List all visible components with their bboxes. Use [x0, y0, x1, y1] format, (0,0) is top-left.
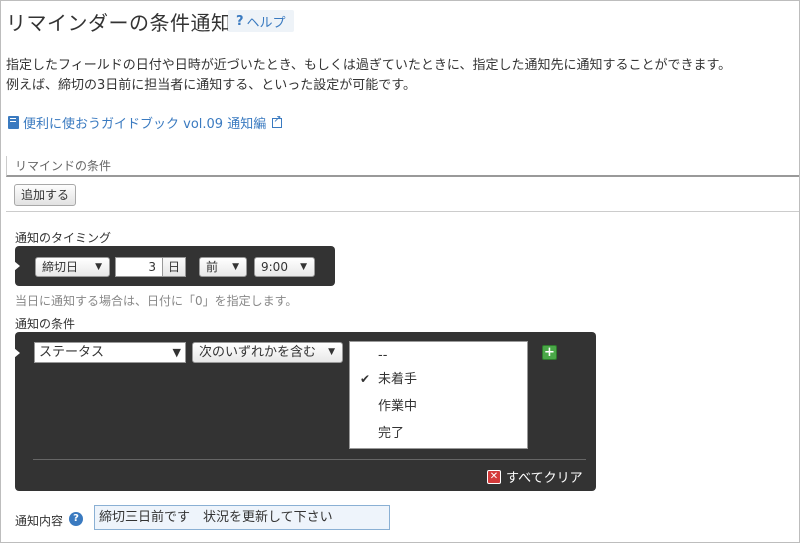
timing-direction-value: 前 [206, 260, 219, 274]
message-label: 通知内容 [15, 514, 64, 528]
timing-unit-label: 日 [162, 257, 187, 277]
timing-days-input[interactable]: 3 [115, 257, 163, 277]
timing-panel: 締切日 ▼ 3 日 前 ▼ 9:00 ▼ [14, 246, 335, 286]
clear-all-label: すべてクリア [506, 471, 583, 486]
list-item[interactable]: 完了 [350, 420, 527, 447]
option-label: -- [378, 348, 388, 363]
check-icon: ✔ [360, 372, 371, 386]
condition-operator-value: 次のいずれかを含む [199, 345, 317, 360]
description: 指定したフィールドの日付や日時が近づいたとき、もしくは過ぎていたときに、指定した… [6, 56, 731, 96]
condition-value-listbox[interactable]: -- ✔ 未着手 作業中 完了 [349, 341, 528, 449]
timing-field-select[interactable]: 締切日 ▼ [35, 257, 110, 277]
help-button[interactable]: ? ヘルプ [228, 10, 294, 32]
condition-field-select[interactable]: ステータス ▼ [34, 342, 186, 363]
list-item[interactable]: ✔ 未着手 [350, 366, 527, 393]
help-label: ヘルプ [246, 15, 286, 31]
description-line-1: 指定したフィールドの日付や日時が近づいたとき、もしくは過ぎていたときに、指定した… [6, 58, 732, 73]
condition-field-value: ステータス [39, 345, 105, 360]
condition-label: 通知の条件 [15, 317, 76, 331]
list-item[interactable]: -- [350, 342, 527, 369]
external-link-icon [272, 114, 283, 128]
panel-pointer [14, 348, 20, 358]
guide-link[interactable]: 便利に使おうガイドブック vol.09 通知編 [8, 113, 283, 132]
condition-panel: ステータス ▼ 次のいずれかを含む ▼ -- ✔ 未着手 作業中 完了 + ✕ … [14, 332, 596, 491]
list-item[interactable]: 作業中 [350, 393, 527, 420]
message-input[interactable]: 締切三日前です 状況を更新して下さい [94, 505, 390, 530]
section-header: リマインドの条件 [6, 156, 799, 177]
clear-all-button[interactable]: ✕ すべてクリア [487, 467, 583, 486]
toolbar: 追加する [6, 180, 799, 212]
dropdown-arrow-icon: ▼ [300, 262, 307, 272]
option-label: 未着手 [378, 372, 418, 387]
dropdown-arrow-icon: ▼ [328, 347, 335, 357]
question-icon: ? [236, 13, 244, 29]
panel-pointer [14, 261, 20, 271]
option-label: 完了 [378, 426, 405, 441]
timing-hint: 当日に通知する場合は、日付に「0」を指定します。 [15, 294, 298, 308]
condition-operator-select[interactable]: 次のいずれかを含む ▼ [192, 342, 343, 363]
timing-label: 通知のタイミング [15, 231, 112, 245]
question-icon[interactable]: ? [69, 512, 83, 526]
divider [33, 459, 586, 460]
add-button[interactable]: 追加する [14, 184, 77, 206]
description-line-2: 例えば、締切の3日前に担当者に通知する、といった設定が可能です。 [6, 78, 416, 93]
timing-time-value: 9:00 [261, 260, 288, 274]
option-label: 作業中 [378, 399, 418, 414]
page-title: リマインダーの条件通知 [6, 11, 232, 35]
dropdown-arrow-icon: ▼ [172, 346, 181, 359]
guide-link-label: 便利に使おうガイドブック vol.09 通知編 [23, 117, 267, 132]
dropdown-arrow-icon: ▼ [95, 262, 102, 272]
timing-time-select[interactable]: 9:00 ▼ [254, 257, 315, 277]
book-icon [8, 116, 19, 129]
timing-direction-select[interactable]: 前 ▼ [199, 257, 247, 277]
dropdown-arrow-icon: ▼ [232, 262, 239, 272]
timing-field-value: 締切日 [42, 260, 79, 274]
close-icon: ✕ [487, 469, 501, 484]
add-condition-button[interactable]: + [542, 345, 557, 360]
